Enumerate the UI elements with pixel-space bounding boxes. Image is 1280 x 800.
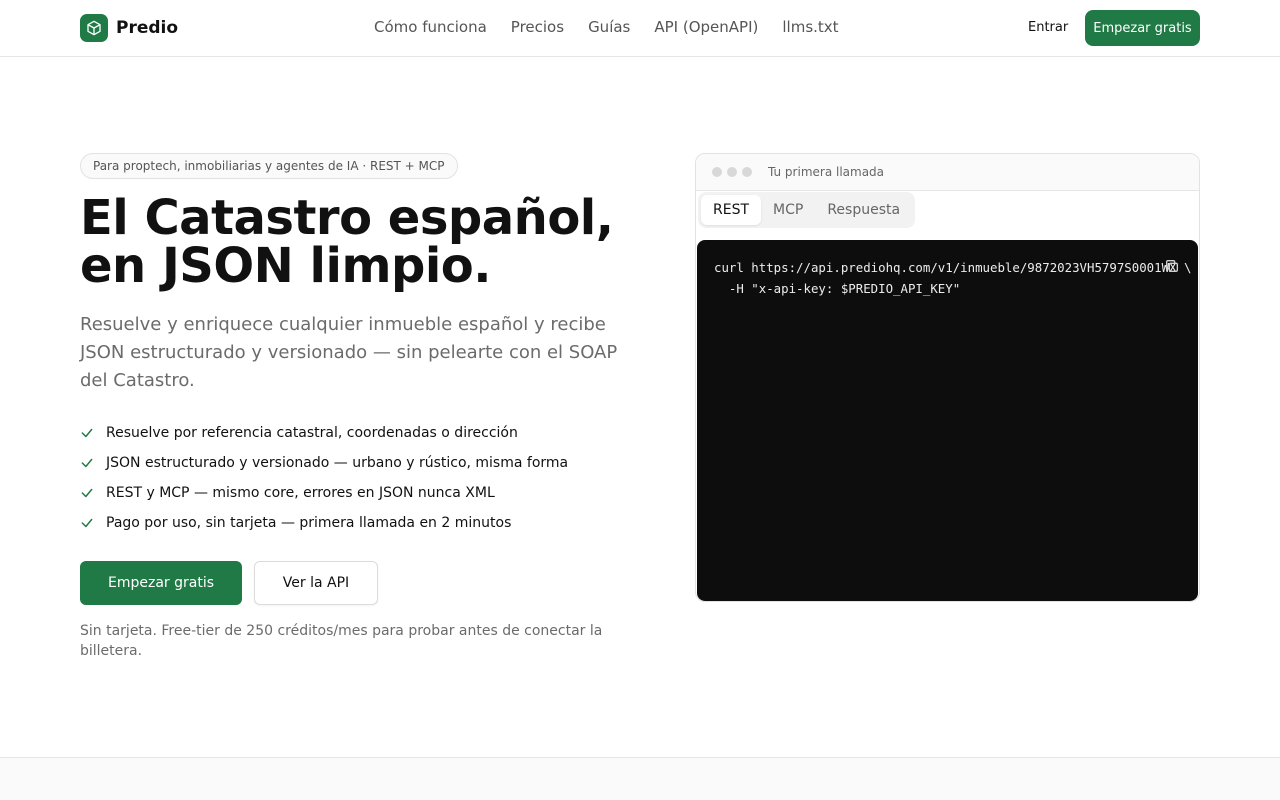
code-tabs: REST MCP Respuesta bbox=[698, 192, 916, 228]
feature-text: REST y MCP — mismo core, errores en JSON… bbox=[106, 485, 495, 501]
check-icon bbox=[80, 456, 106, 470]
feature-item: Pago por uso, sin tarjeta — primera llam… bbox=[80, 508, 568, 538]
view-api-button[interactable]: Ver la API bbox=[254, 561, 378, 605]
get-started-button[interactable]: Empezar gratis bbox=[80, 561, 242, 605]
nav-item-precios[interactable]: Precios bbox=[511, 18, 564, 36]
check-icon bbox=[80, 486, 106, 500]
free-tier-note: Sin tarjeta. Free-tier de 250 créditos/m… bbox=[80, 623, 603, 659]
code-snippet: curl https://api.prediohq.com/v1/inmuebl… bbox=[714, 257, 1191, 299]
check-icon bbox=[80, 426, 106, 440]
top-navigation-bar: Predio Cómo funciona Precios Guías API (… bbox=[0, 0, 1280, 57]
nav-item-guias[interactable]: Guías bbox=[588, 18, 630, 36]
feature-list: Resuelve por referencia catastral, coord… bbox=[80, 418, 568, 538]
feature-text: Pago por uso, sin tarjeta — primera llam… bbox=[106, 515, 512, 531]
code-block: curl https://api.prediohq.com/v1/inmuebl… bbox=[697, 240, 1198, 601]
main-nav: Cómo funciona Precios Guías API (OpenAPI… bbox=[374, 18, 839, 36]
tab-respuesta[interactable]: Respuesta bbox=[815, 195, 912, 225]
headline-line-2: en JSON limpio. bbox=[80, 238, 492, 294]
tab-mcp[interactable]: MCP bbox=[761, 195, 815, 225]
nav-item-como-funciona[interactable]: Cómo funciona bbox=[374, 18, 487, 36]
next-section-band bbox=[0, 757, 1280, 800]
window-dot-icon bbox=[712, 167, 722, 177]
feature-text: Resuelve por referencia catastral, coord… bbox=[106, 425, 518, 441]
feature-item: JSON estructurado y versionado — urbano … bbox=[80, 448, 568, 478]
copy-icon[interactable] bbox=[1163, 257, 1181, 275]
nav-item-llms-txt[interactable]: llms.txt bbox=[782, 18, 838, 36]
hero-subheadline: Resuelve y enriquece cualquier inmueble … bbox=[80, 314, 618, 391]
card-title: Tu primera llamada bbox=[768, 165, 885, 179]
header-signup-button[interactable]: Empezar gratis bbox=[1085, 10, 1200, 46]
tab-rest[interactable]: REST bbox=[701, 195, 762, 225]
code-line-2: -H "x-api-key: $PREDIO_API_KEY" bbox=[714, 281, 961, 296]
nav-item-api-openapi[interactable]: API (OpenAPI) bbox=[654, 18, 758, 36]
hero-headline: El Catastro español, en JSON limpio. bbox=[80, 194, 640, 290]
window-dot-icon bbox=[742, 167, 752, 177]
feature-text: JSON estructurado y versionado — urbano … bbox=[106, 455, 569, 471]
code-example-card: Tu primera llamada REST MCP Respuesta cu… bbox=[695, 153, 1200, 602]
cube-icon bbox=[80, 14, 108, 42]
window-dot-icon bbox=[727, 167, 737, 177]
feature-item: Resuelve por referencia catastral, coord… bbox=[80, 418, 568, 448]
check-icon bbox=[80, 516, 106, 530]
card-title-bar: Tu primera llamada bbox=[696, 154, 1199, 191]
login-link[interactable]: Entrar bbox=[1028, 20, 1068, 35]
feature-item: REST y MCP — mismo core, errores en JSON… bbox=[80, 478, 568, 508]
brand-name: Predio bbox=[116, 18, 179, 38]
code-line-1: curl https://api.prediohq.com/v1/inmuebl… bbox=[714, 260, 1192, 275]
audience-badge: Para proptech, inmobiliarias y agentes d… bbox=[80, 153, 458, 179]
brand-logo[interactable]: Predio bbox=[80, 14, 178, 42]
